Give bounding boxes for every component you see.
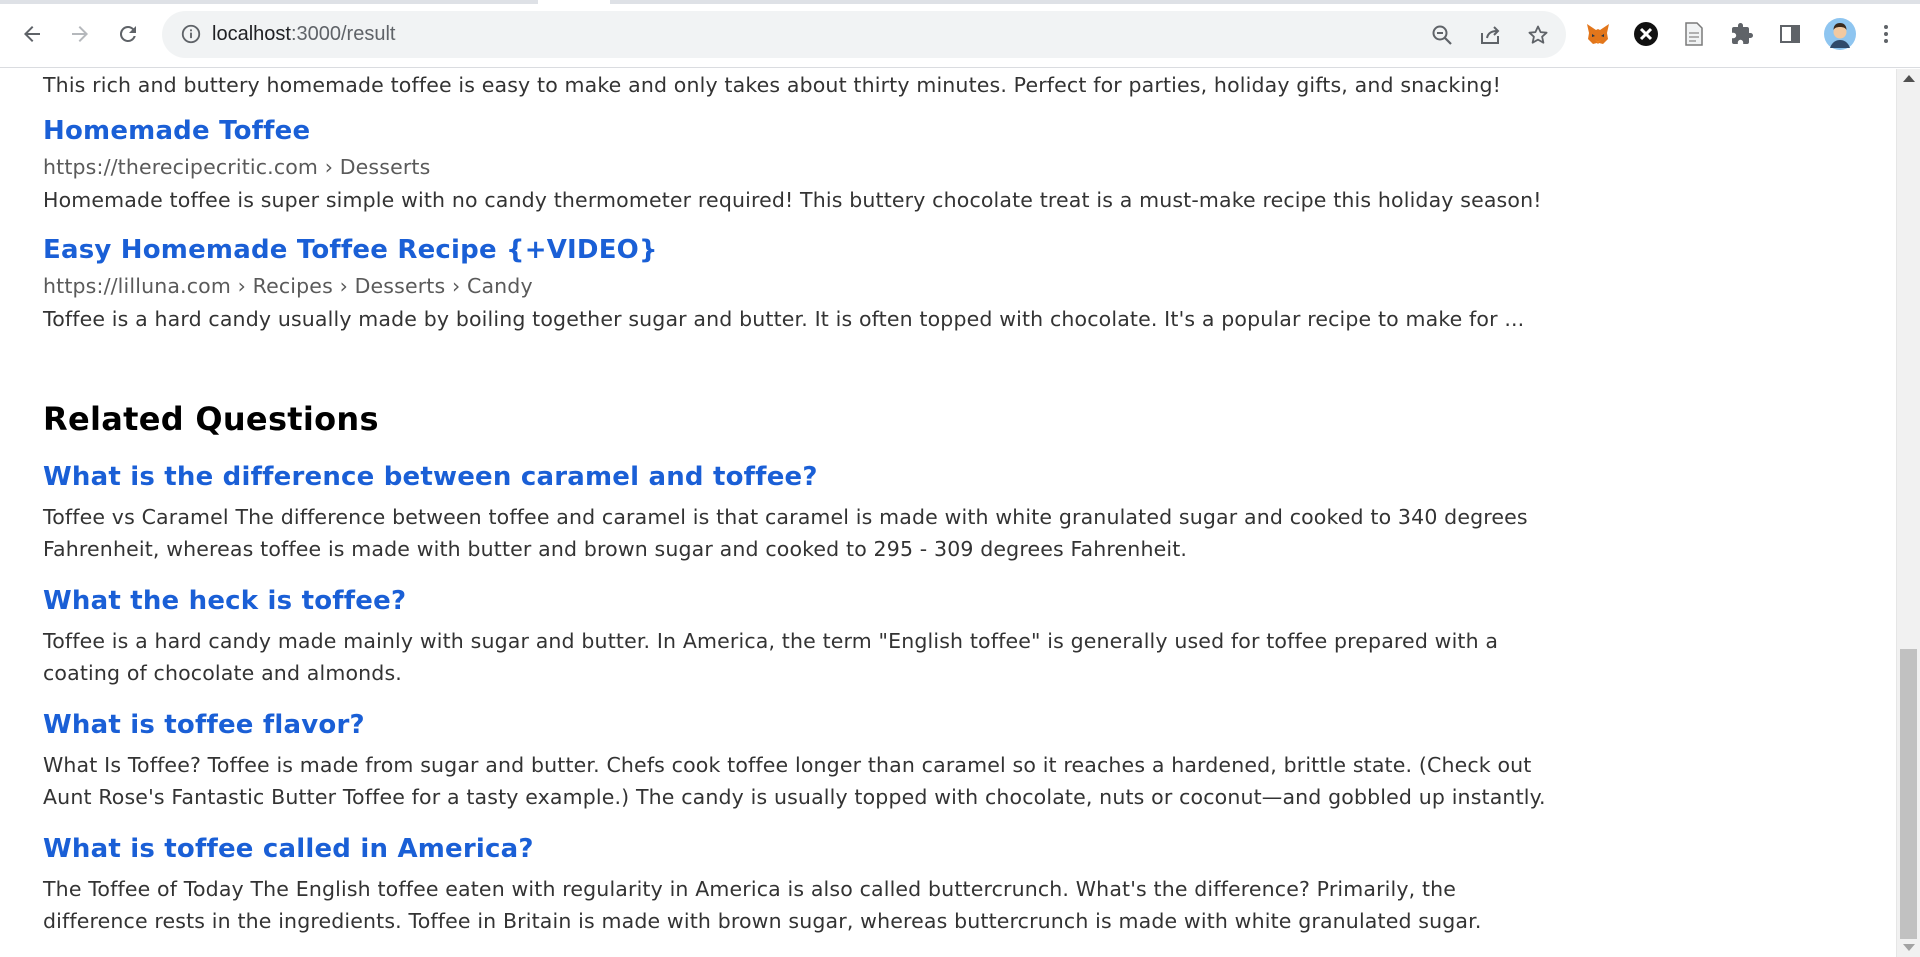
vertical-scrollbar[interactable] — [1896, 69, 1920, 957]
result-title-link[interactable]: Homemade Toffee — [43, 116, 1613, 146]
question-title-link[interactable]: What is toffee called in America? — [43, 834, 1613, 864]
question-answer-line: difference rests in the ingredients. Tof… — [43, 909, 1482, 933]
x-circle-icon[interactable] — [1632, 20, 1660, 48]
zoom-out-icon[interactable] — [1430, 23, 1454, 47]
url-text[interactable]: localhost:3000/result — [212, 23, 395, 46]
share-icon[interactable] — [1478, 23, 1502, 47]
tab-strip — [0, 0, 1920, 4]
more-vert-icon[interactable] — [1872, 20, 1900, 48]
forward-button[interactable] — [62, 16, 98, 52]
page-content: This rich and buttery homemade toffee is… — [0, 69, 1896, 957]
browser-toolbar: localhost:3000/result — [0, 0, 1920, 68]
arrow-right-icon — [72, 26, 88, 42]
scroll-down-arrow-icon[interactable] — [1903, 944, 1915, 951]
question-answer-line: The Toffee of Today The English toffee e… — [43, 877, 1457, 901]
url-host: localhost — [212, 23, 291, 45]
puzzle-icon[interactable] — [1728, 20, 1756, 48]
arrow-left-icon — [24, 26, 40, 42]
side-panel-icon[interactable] — [1776, 20, 1804, 48]
scrollbar-thumb[interactable] — [1900, 649, 1917, 939]
document-icon[interactable] — [1680, 20, 1708, 48]
question-title-link[interactable]: What is the difference between caramel a… — [43, 462, 1613, 492]
back-button[interactable] — [14, 16, 50, 52]
info-icon[interactable] — [180, 23, 202, 45]
result-snippet: This rich and buttery homemade toffee is… — [43, 73, 1501, 97]
result-title-link[interactable]: Easy Homemade Toffee Recipe {+VIDEO} — [43, 235, 1613, 265]
address-bar[interactable]: localhost:3000/result — [162, 11, 1566, 58]
metamask-fox-icon[interactable] — [1584, 20, 1612, 48]
question-answer-line: Fahrenheit, whereas toffee is made with … — [43, 537, 1188, 561]
result-url: https://therecipecritic.com › Desserts — [43, 155, 431, 179]
reload-button[interactable] — [110, 16, 146, 52]
question-title-link[interactable]: What is toffee flavor? — [43, 710, 1613, 740]
question-answer-line: Toffee vs Caramel The difference between… — [43, 505, 1528, 529]
question-answer-line: Toffee is a hard candy made mainly with … — [43, 629, 1499, 653]
profile-avatar[interactable] — [1824, 18, 1856, 50]
result-snippet: Homemade toffee is super simple with no … — [43, 188, 1542, 212]
url-path: :3000/result — [290, 23, 396, 45]
question-answer-line: coating of chocolate and almonds. — [43, 661, 402, 685]
question-title-link[interactable]: What the heck is toffee? — [43, 586, 1613, 616]
scroll-up-arrow-icon[interactable] — [1903, 75, 1915, 82]
active-tab-edge — [538, 0, 610, 4]
question-answer-line: What Is Toffee? Toffee is made from suga… — [43, 753, 1532, 777]
reload-icon — [119, 25, 136, 42]
star-icon[interactable] — [1526, 23, 1550, 47]
result-snippet: Toffee is a hard candy usually made by b… — [43, 307, 1525, 331]
related-questions-heading: Related Questions — [43, 400, 379, 438]
question-answer-line: Aunt Rose's Fantastic Butter Toffee for … — [43, 785, 1546, 809]
result-url: https://lilluna.com › Recipes › Desserts… — [43, 274, 533, 298]
